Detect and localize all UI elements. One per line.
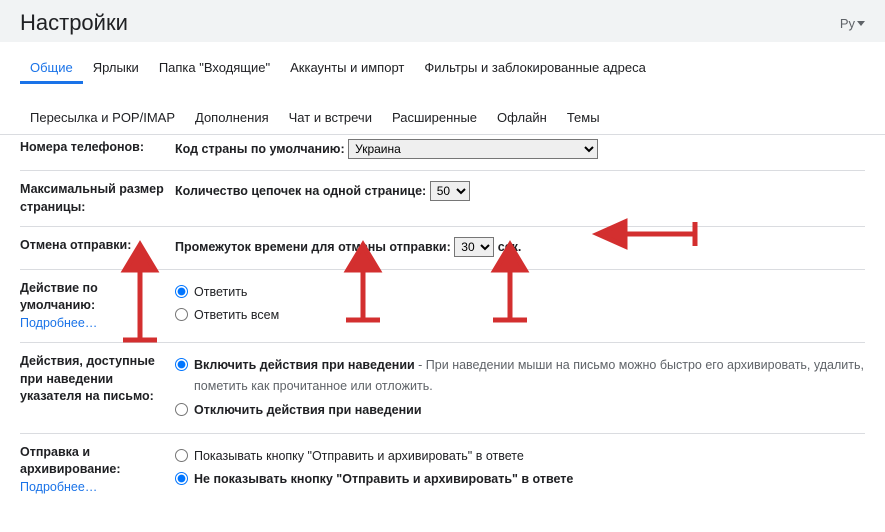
tab-filters[interactable]: Фильтры и заблокированные адреса: [414, 54, 655, 84]
reply-option: Ответить: [194, 282, 247, 303]
tab-labels[interactable]: Ярлыки: [83, 54, 149, 84]
archive-hide-option: Не показывать кнопку "Отправить и архиви…: [194, 469, 573, 490]
phone-field-label: Код страны по умолчанию:: [175, 142, 345, 156]
hover-enable-text: Включить действия при наведении: [194, 358, 415, 372]
tab-addons[interactable]: Дополнения: [185, 104, 279, 134]
chevron-down-icon: [857, 21, 865, 26]
default-action-label: Действие по умолчанию:: [20, 281, 98, 313]
undo-duration-select[interactable]: 30: [454, 237, 494, 257]
reply-all-option: Ответить всем: [194, 305, 279, 326]
pagesize-select[interactable]: 50: [430, 181, 470, 201]
reply-radio[interactable]: [175, 285, 188, 298]
tab-offline[interactable]: Офлайн: [487, 104, 557, 134]
archive-show-radio[interactable]: [175, 449, 188, 462]
undo-unit: сек.: [498, 240, 522, 254]
tab-chat[interactable]: Чат и встречи: [279, 104, 382, 134]
undo-field-label: Промежуток времени для отмены отправки:: [175, 240, 451, 254]
pagesize-field-label: Количество цепочек на одной странице:: [175, 184, 426, 198]
hover-label: Действия, доступные при наведении указат…: [20, 353, 175, 406]
tab-advanced[interactable]: Расширенные: [382, 104, 487, 134]
hover-disable-radio[interactable]: [175, 403, 188, 416]
tab-pop-imap[interactable]: Пересылка и POP/IMAP: [20, 104, 185, 134]
archive-hide-radio[interactable]: [175, 472, 188, 485]
tab-accounts[interactable]: Аккаунты и импорт: [280, 54, 414, 84]
undo-label: Отмена отправки:: [20, 237, 175, 255]
country-code-select[interactable]: Украина: [348, 139, 598, 159]
archive-more-link[interactable]: Подробнее…: [20, 480, 97, 494]
tab-general[interactable]: Общие: [20, 54, 83, 84]
phone-label: Номера телефонов:: [20, 139, 175, 157]
tab-inbox[interactable]: Папка "Входящие": [149, 54, 280, 84]
tab-themes[interactable]: Темы: [557, 104, 610, 134]
hover-disable-text: Отключить действия при наведении: [194, 400, 422, 421]
lang-selector[interactable]: Py: [840, 16, 865, 31]
default-action-more-link[interactable]: Подробнее…: [20, 316, 97, 330]
archive-show-option: Показывать кнопку "Отправить и архивиров…: [194, 446, 524, 467]
pagesize-label: Максимальный размер страницы:: [20, 181, 175, 216]
page-title: Настройки: [20, 10, 128, 36]
archive-label: Отправка и архивирование:: [20, 445, 121, 477]
hover-enable-radio[interactable]: [175, 358, 188, 371]
reply-all-radio[interactable]: [175, 308, 188, 321]
